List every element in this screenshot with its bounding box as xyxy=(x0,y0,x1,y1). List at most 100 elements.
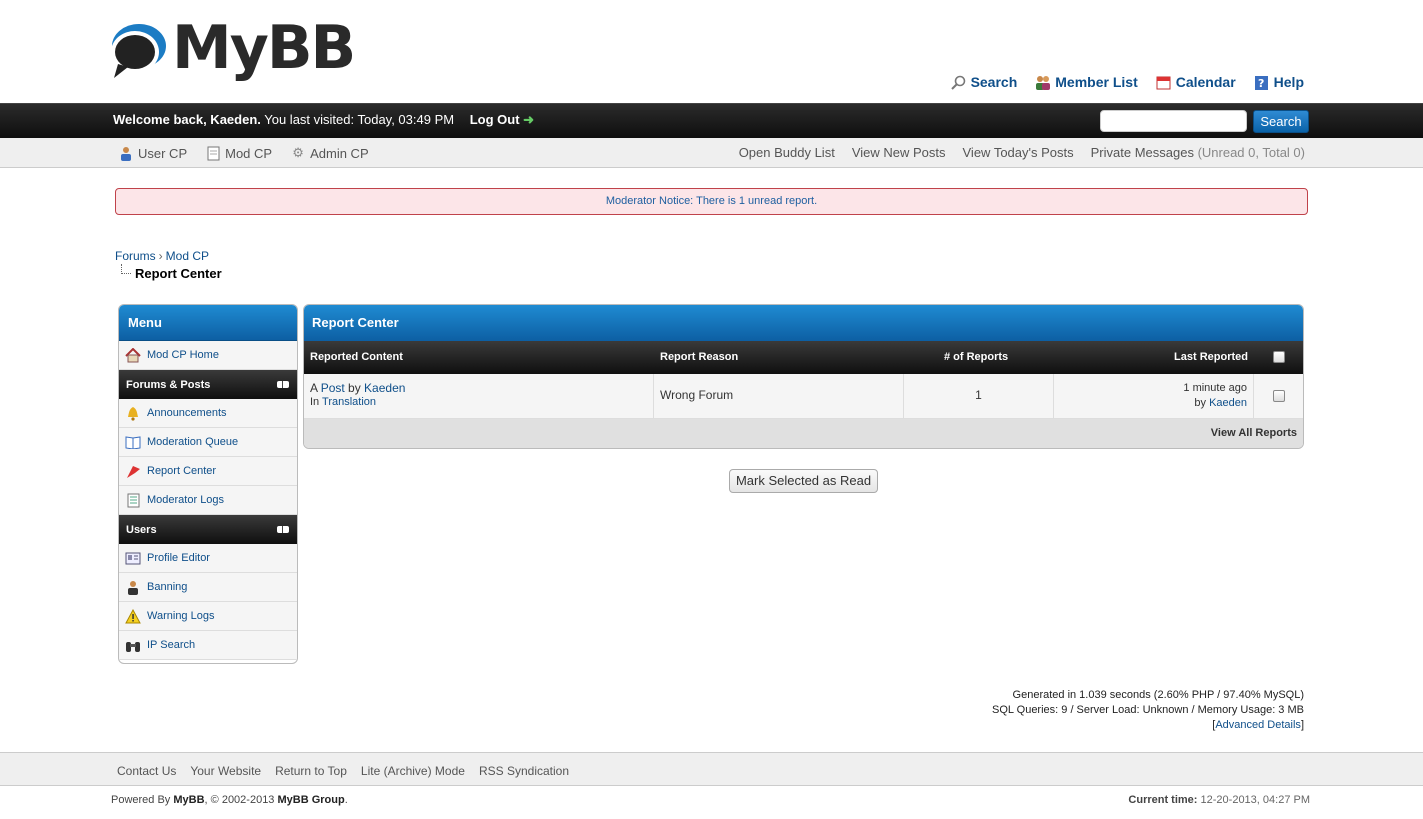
buddy-list-link[interactable]: Open Buddy List xyxy=(739,145,835,160)
mybb-group-link[interactable]: MyBB Group xyxy=(277,794,344,806)
menu-title: Menu xyxy=(119,305,297,341)
breadcrumb: Forums › Mod CP xyxy=(115,249,209,263)
return-to-top-link[interactable]: Return to Top xyxy=(275,764,347,778)
footer-links: Contact Us Your Website Return to Top Li… xyxy=(117,764,569,778)
id-card-icon xyxy=(125,550,141,566)
forum-link[interactable]: Translation xyxy=(322,396,376,408)
member-list-link[interactable]: Member List xyxy=(1035,74,1138,90)
search-button[interactable]: Search xyxy=(1253,110,1309,133)
calendar-label: Calendar xyxy=(1175,74,1236,90)
advanced-details-link[interactable]: Advanced Details xyxy=(1215,719,1301,731)
user-icon xyxy=(118,145,134,161)
bell-icon xyxy=(125,405,141,421)
top-links: Search Member List Calendar ? Help xyxy=(951,74,1304,90)
menu-item-warning-logs[interactable]: Warning Logs xyxy=(119,602,297,631)
menu-item-label: Banning xyxy=(147,581,188,593)
last-reporter-link[interactable]: Kaeden xyxy=(1209,397,1247,409)
table-row: A Post by Kaeden In Translation Wrong Fo… xyxy=(304,374,1303,419)
book-icon xyxy=(125,434,141,450)
search-link[interactable]: Search xyxy=(951,74,1017,90)
help-link[interactable]: ? Help xyxy=(1254,74,1304,90)
advanced-details-wrapper: [Advanced Details] xyxy=(1212,719,1304,731)
logout-link[interactable]: Log Out ➜ xyxy=(470,112,534,127)
mod-cp-link[interactable]: Mod CP xyxy=(205,145,272,161)
moderator-notice[interactable]: Moderator Notice: There is 1 unread repo… xyxy=(115,188,1308,215)
mybb-logo[interactable]: MyBB xyxy=(108,16,356,86)
magnifier-icon xyxy=(951,74,967,90)
page-icon xyxy=(205,145,221,161)
col-reported-content: Reported Content xyxy=(310,351,403,363)
post-link[interactable]: Post xyxy=(321,381,345,395)
menu-item-moderation-queue[interactable]: Moderation Queue xyxy=(119,428,297,457)
current-time-value: 12-20-2013, 04:27 PM xyxy=(1197,794,1310,806)
col-report-reason: Report Reason xyxy=(660,351,739,363)
debug-info: Generated in 1.039 seconds (2.60% PHP / … xyxy=(992,688,1304,733)
help-label: Help xyxy=(1273,74,1304,90)
your-website-link[interactable]: Your Website xyxy=(190,764,261,778)
by-label: by xyxy=(344,381,365,395)
gear-icon: ⚙ xyxy=(292,145,304,160)
help-icon: ? xyxy=(1254,74,1270,90)
menu-item-ip-search[interactable]: IP Search xyxy=(119,631,297,660)
contact-us-link[interactable]: Contact Us xyxy=(117,764,176,778)
col-last-reported: Last Reported xyxy=(1174,351,1248,363)
report-reason-cell: Wrong Forum xyxy=(654,374,904,419)
new-posts-link[interactable]: View New Posts xyxy=(852,145,946,160)
logout-label: Log Out xyxy=(469,112,520,127)
user-cp-link[interactable]: User CP xyxy=(118,145,187,161)
breadcrumb-separator: › xyxy=(158,249,163,263)
report-center-title: Report Center xyxy=(304,305,1303,341)
breadcrumb-mod-cp[interactable]: Mod CP xyxy=(166,249,209,263)
breadcrumb-forums[interactable]: Forums xyxy=(115,249,156,263)
view-all-reports-link[interactable]: View All Reports xyxy=(304,419,1303,448)
menu-item-label: Report Center xyxy=(147,465,217,477)
home-icon xyxy=(125,347,141,363)
row-checkbox[interactable] xyxy=(1273,390,1285,402)
author-link[interactable]: Kaeden xyxy=(364,381,405,395)
menu-item-mod-cp-home[interactable]: Mod CP Home xyxy=(119,341,297,370)
menu-item-banning[interactable]: Banning xyxy=(119,573,297,602)
lite-mode-link[interactable]: Lite (Archive) Mode xyxy=(361,764,465,778)
flag-icon xyxy=(125,463,141,479)
select-all-checkbox[interactable] xyxy=(1273,351,1285,363)
generation-time: Generated in 1.039 seconds (2.60% PHP / … xyxy=(1012,689,1304,701)
menu-item-label: Moderator Logs xyxy=(147,494,225,506)
current-time-label: Current time: xyxy=(1128,794,1198,806)
report-count-cell: 1 xyxy=(904,374,1054,419)
sql-info: SQL Queries: 9 / Server Load: Unknown / … xyxy=(991,704,1304,716)
section-forums-posts[interactable]: Forums & Posts xyxy=(119,370,297,399)
menu-item-label: Moderation Queue xyxy=(147,436,239,448)
admin-cp-label: Admin CP xyxy=(310,145,369,161)
menu-item-moderator-logs[interactable]: Moderator Logs xyxy=(119,486,297,515)
mybb-link[interactable]: MyBB xyxy=(173,794,204,806)
admin-cp-link[interactable]: ⚙ Admin CP xyxy=(290,145,369,161)
mark-selected-read-button[interactable]: Mark Selected as Read xyxy=(729,469,878,493)
collapse-icon[interactable] xyxy=(277,381,289,388)
search-input[interactable] xyxy=(1100,110,1247,132)
todays-posts-link[interactable]: View Today's Posts xyxy=(963,145,1074,160)
member-list-label: Member List xyxy=(1055,74,1138,90)
menu-item-label: Mod CP Home xyxy=(147,349,219,361)
content-prefix: A xyxy=(310,381,321,395)
menu-item-label: IP Search xyxy=(147,639,196,651)
powered-by: Powered By MyBB, © 2002-2013 MyBB Group. xyxy=(111,794,348,806)
current-page-title: Report Center xyxy=(135,266,222,281)
last-reported-cell: 1 minute ago by Kaeden xyxy=(1054,374,1254,419)
log-icon xyxy=(125,492,141,508)
menu-item-report-center[interactable]: Report Center xyxy=(119,457,297,486)
last-visit: You last visited: Today, 03:49 PM xyxy=(260,112,455,127)
calendar-link[interactable]: Calendar xyxy=(1156,74,1236,90)
user-ban-icon xyxy=(125,579,141,595)
section-users[interactable]: Users xyxy=(119,515,297,544)
binoculars-icon xyxy=(125,637,141,653)
copyright-text: , © 2002-2013 xyxy=(204,794,278,806)
private-messages-link[interactable]: Private Messages (Unread 0, Total 0) xyxy=(1091,145,1305,160)
rss-link[interactable]: RSS Syndication xyxy=(479,764,569,778)
arrow-right-icon: ➜ xyxy=(523,112,535,127)
section-title: Users xyxy=(126,523,157,536)
report-center-table: Report Center Reported Content Report Re… xyxy=(303,304,1304,449)
menu-item-profile-editor[interactable]: Profile Editor xyxy=(119,544,297,573)
menu-item-announcements[interactable]: Announcements xyxy=(119,399,297,428)
menu-item-label: Announcements xyxy=(147,407,227,419)
collapse-icon[interactable] xyxy=(277,526,289,533)
